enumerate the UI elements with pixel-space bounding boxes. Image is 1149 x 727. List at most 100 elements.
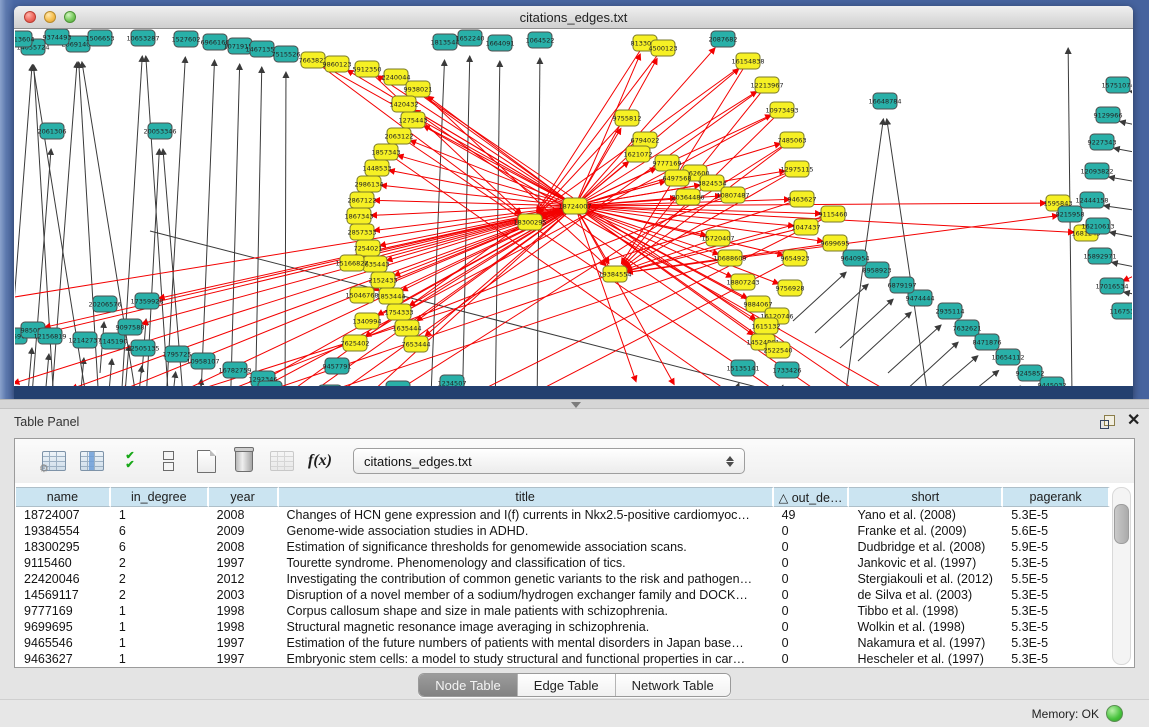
column-header-1[interactable]: in_degree xyxy=(111,487,209,507)
tab-edge-table[interactable]: Edge Table xyxy=(518,674,616,696)
graph-node-label: 1448533 xyxy=(363,165,392,173)
table-cell: 2012 xyxy=(209,571,279,587)
green-checks-icon: ✔✔ xyxy=(125,452,134,470)
tab-node-table[interactable]: Node Table xyxy=(419,674,518,696)
table-row[interactable]: 911546021997Tourette syndrome. Phenomeno… xyxy=(16,555,1110,571)
graph-node-label: 3824534 xyxy=(698,180,727,188)
graph-node-label: 12975115 xyxy=(780,166,813,174)
table-row[interactable]: 977716911998Corpus callosum shape and si… xyxy=(16,603,1110,619)
graph-node-label: 15046768 xyxy=(345,292,378,300)
scrollbar-thumb[interactable] xyxy=(1114,504,1129,544)
graph-node-label: 9699695 xyxy=(821,240,850,248)
table-selector-dropdown[interactable]: citations_edges.txt xyxy=(353,448,745,474)
graph-node-label: 12213967 xyxy=(750,82,783,90)
graph-node-label: 1340994 xyxy=(353,318,382,326)
table-cell: Changes of HCN gene expression and I(f) … xyxy=(279,507,774,523)
status-bar: Memory: OK xyxy=(0,699,1149,727)
graph-node-label: 9245852 xyxy=(1016,370,1045,378)
column-header-5[interactable]: short xyxy=(849,487,1003,507)
graph-node-label: 10973493 xyxy=(765,107,798,115)
traffic-lights xyxy=(24,11,76,23)
nodes-layer: 1872400776638229860123591235022400449938… xyxy=(15,29,1132,386)
table-cell: 1 xyxy=(111,507,209,523)
table-row[interactable]: 1938455462009Genome-wide association stu… xyxy=(16,523,1110,539)
graph-node-label: 10958107 xyxy=(186,358,219,366)
memory-status-dot[interactable] xyxy=(1106,705,1123,722)
table-cell: 5.3E-5 xyxy=(1003,619,1110,635)
show-columns-button[interactable] xyxy=(77,446,107,476)
function-builder-button[interactable]: f(x) xyxy=(305,446,335,476)
graph-node-label: 7485063 xyxy=(778,137,807,145)
table-cell: Hescheler et al. (1997) xyxy=(849,651,1003,667)
graph-node-label: 8471876 xyxy=(973,339,1002,347)
graph-node-label: 9640954 xyxy=(841,255,870,263)
graph-node-label: 10688609 xyxy=(713,255,746,263)
table-cell: 1998 xyxy=(209,603,279,619)
zoom-window-button[interactable] xyxy=(64,11,76,23)
network-canvas[interactable]: 1872400776638229860123591235022400449938… xyxy=(15,29,1132,386)
table-cell: 5.5E-5 xyxy=(1003,571,1110,587)
table-options-button[interactable]: ⚙ xyxy=(39,446,69,476)
column-header-4[interactable]: △ out_de… xyxy=(774,487,850,507)
row-height-button[interactable] xyxy=(153,446,183,476)
new-column-button[interactable] xyxy=(191,446,221,476)
disabled-table-icon xyxy=(270,451,294,471)
table-cell: Stergiakouli et al. (2012) xyxy=(849,571,1003,587)
column-header-3[interactable]: title xyxy=(279,487,774,507)
table-cell: 5.3E-5 xyxy=(1003,587,1110,603)
table-row[interactable]: 969969511998Structural magnetic resonanc… xyxy=(16,619,1110,635)
table-cell: 2 xyxy=(111,555,209,571)
table-cell: 18300295 xyxy=(16,539,111,555)
table-cell: 1 xyxy=(111,619,209,635)
tab-network-table[interactable]: Network Table xyxy=(616,674,730,696)
graph-node-label: 2087682 xyxy=(709,36,738,44)
graph-node-label: 12156819 xyxy=(33,333,66,341)
table-row[interactable]: 946554611997Estimation of the future num… xyxy=(16,635,1110,651)
table-header-row: namein_degreeyeartitle△ out_de…shortpage… xyxy=(16,487,1110,507)
close-window-button[interactable] xyxy=(24,11,36,23)
close-panel-icon[interactable]: ✕ xyxy=(1127,412,1140,430)
graph-node-label: 12505135 xyxy=(126,345,159,353)
graph-node-label: 15892971 xyxy=(1083,253,1116,261)
divider-collapse-icon[interactable] xyxy=(571,402,581,408)
table-cell: 1997 xyxy=(209,555,279,571)
table-cell: 5.3E-5 xyxy=(1003,555,1110,571)
table-cell: 2009 xyxy=(209,523,279,539)
table-selector-value: citations_edges.txt xyxy=(354,454,722,469)
table-row[interactable]: 1456911722003Disruption of a novel membe… xyxy=(16,587,1110,603)
minimize-window-button[interactable] xyxy=(44,11,56,23)
table-row[interactable]: 946362711997Embryonic stem cells: a mode… xyxy=(16,651,1110,667)
graph-node-label: 7632621 xyxy=(953,325,982,333)
graph-node-label: 1652240 xyxy=(456,35,485,43)
graph-node-label: 16648784 xyxy=(868,98,901,106)
table-cell: 0 xyxy=(774,523,850,539)
graph-node-label: 7625402 xyxy=(341,340,370,348)
table-cell: Estimation of significance thresholds fo… xyxy=(279,539,774,555)
split-pane-divider[interactable] xyxy=(0,399,1149,409)
column-header-2[interactable]: year xyxy=(209,487,279,507)
table-toolbar: ⚙ ✔✔ f(x) citations_edges.txt xyxy=(15,439,1134,483)
column-header-0[interactable]: name xyxy=(16,487,111,507)
graph-node-label: 5912350 xyxy=(353,66,382,74)
table-body: 1872400712008Changes of HCN gene express… xyxy=(16,507,1110,667)
column-header-6[interactable]: pagerank xyxy=(1003,487,1110,507)
graph-node[interactable] xyxy=(318,385,342,386)
table-row[interactable]: 2242004622012Investigating the contribut… xyxy=(16,571,1110,587)
table-cell: Yano et al. (2008) xyxy=(849,507,1003,523)
float-panel-icon[interactable] xyxy=(1100,415,1116,429)
graph-node-label: 1867343 xyxy=(345,213,374,221)
graph-node-label: 9463627 xyxy=(788,196,817,204)
graph-node-label: 1857343 xyxy=(372,149,401,157)
table-row[interactable]: 1830029562008Estimation of significance … xyxy=(16,539,1110,555)
table-scrollbar[interactable] xyxy=(1112,487,1131,665)
table-row[interactable]: 1872400712008Changes of HCN gene express… xyxy=(16,507,1110,523)
delete-table-button xyxy=(267,446,297,476)
select-all-button[interactable]: ✔✔ xyxy=(115,446,145,476)
table-cell: 1997 xyxy=(209,651,279,667)
table-tabs-bar: Node TableEdge TableNetwork Table xyxy=(0,673,1149,696)
window-titlebar[interactable]: citations_edges.txt xyxy=(14,6,1133,29)
dropdown-arrows-icon xyxy=(722,456,738,467)
table-cell: 5.3E-5 xyxy=(1003,507,1110,523)
delete-column-button[interactable] xyxy=(229,446,259,476)
graph-node-label: 20206576 xyxy=(88,301,121,309)
